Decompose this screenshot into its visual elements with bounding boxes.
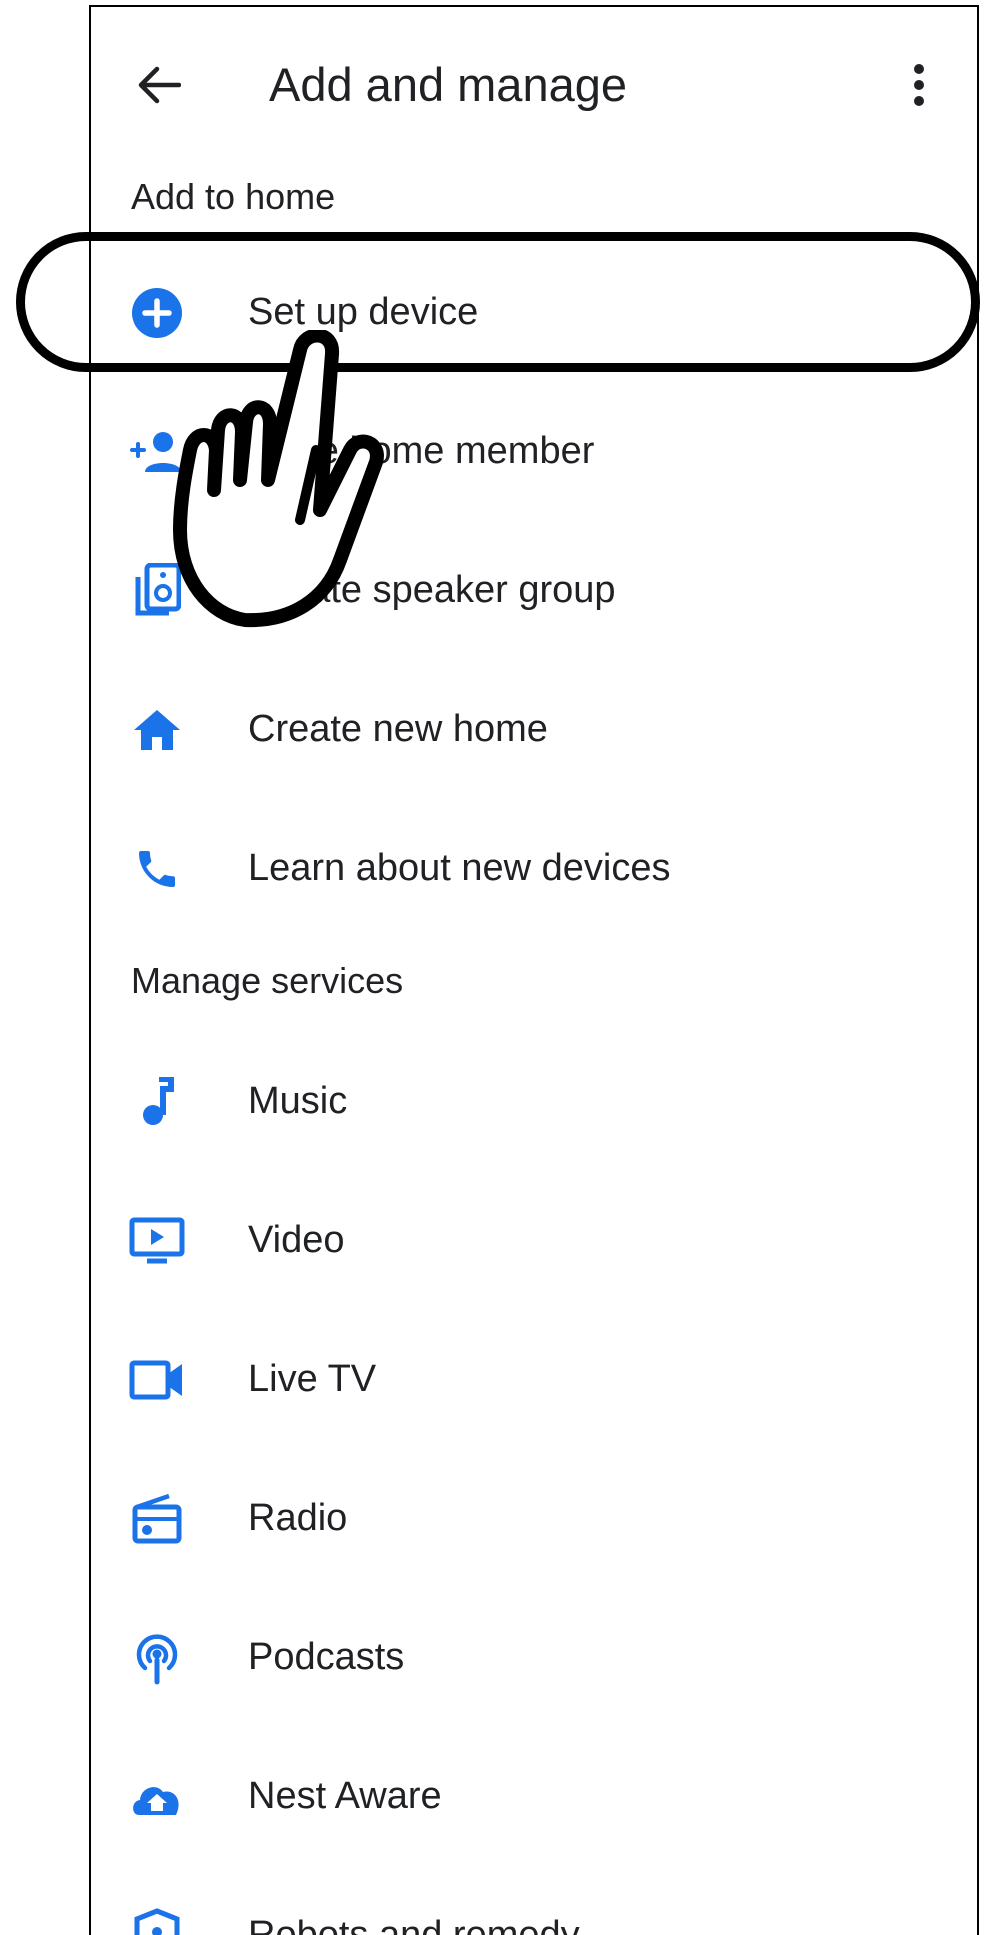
speaker-group-icon bbox=[127, 561, 187, 621]
video-icon bbox=[127, 1211, 187, 1271]
section-header-manage-services: Manage services bbox=[131, 960, 404, 1001]
list-item-create-new-home[interactable]: Create new home bbox=[91, 660, 977, 799]
videocam-icon bbox=[127, 1350, 187, 1410]
list-item-robots-and-remedy[interactable]: Robots and remedy bbox=[91, 1866, 977, 1935]
list-item-label: Radio bbox=[248, 1497, 348, 1539]
back-button[interactable] bbox=[131, 57, 187, 113]
list-item-label: Create speaker group bbox=[248, 569, 616, 611]
list-item-label: Podcasts bbox=[248, 1636, 405, 1678]
list-item-live-tv[interactable]: Live TV bbox=[91, 1310, 977, 1449]
list-item-label: Music bbox=[248, 1080, 348, 1122]
list-item-label: Robots and remedy bbox=[248, 1914, 580, 1935]
list-item-music[interactable]: Music bbox=[91, 1032, 977, 1171]
section-header-add-to-home: Add to home bbox=[131, 176, 336, 217]
overflow-menu-button[interactable] bbox=[899, 57, 939, 113]
list-item-label: Nest Aware bbox=[248, 1775, 442, 1817]
list-item-radio[interactable]: Radio bbox=[91, 1449, 977, 1588]
list-item-nest-aware[interactable]: Nest Aware bbox=[91, 1727, 977, 1866]
shield-icon bbox=[127, 1906, 187, 1935]
add-circle-icon bbox=[127, 283, 187, 343]
list-item-podcasts[interactable]: Podcasts bbox=[91, 1588, 977, 1727]
list-item-video[interactable]: Video bbox=[91, 1171, 977, 1310]
podcasts-icon bbox=[127, 1628, 187, 1688]
home-icon bbox=[127, 700, 187, 760]
person-add-icon bbox=[127, 422, 187, 482]
page-title: Add and manage bbox=[269, 58, 628, 111]
list-item-label: Create new home bbox=[248, 708, 548, 750]
list-item-label: Learn about new devices bbox=[248, 847, 671, 889]
top-app-bar: Add and manage bbox=[91, 7, 977, 157]
list-item-label: Set up device bbox=[248, 291, 479, 333]
list-item-label: Invite home member bbox=[248, 430, 595, 472]
app-screen: Add and manage Add to home Set up device… bbox=[89, 5, 979, 1935]
list-item-set-up-device[interactable]: Set up device bbox=[91, 243, 977, 382]
list-item-create-speaker-group[interactable]: Create speaker group bbox=[91, 521, 977, 660]
list-item-learn-about-new-devices[interactable]: Learn about new devices bbox=[91, 799, 977, 938]
nest-aware-icon bbox=[127, 1767, 187, 1827]
arrow-left-icon bbox=[138, 66, 181, 104]
list-item-invite-home-member[interactable]: Invite home member bbox=[91, 382, 977, 521]
radio-icon bbox=[127, 1489, 187, 1549]
music-note-icon bbox=[127, 1072, 187, 1132]
list-item-label: Live TV bbox=[248, 1358, 377, 1400]
phone-icon bbox=[127, 839, 187, 899]
more-vert-icon bbox=[914, 64, 924, 106]
list-item-label: Video bbox=[248, 1219, 345, 1261]
